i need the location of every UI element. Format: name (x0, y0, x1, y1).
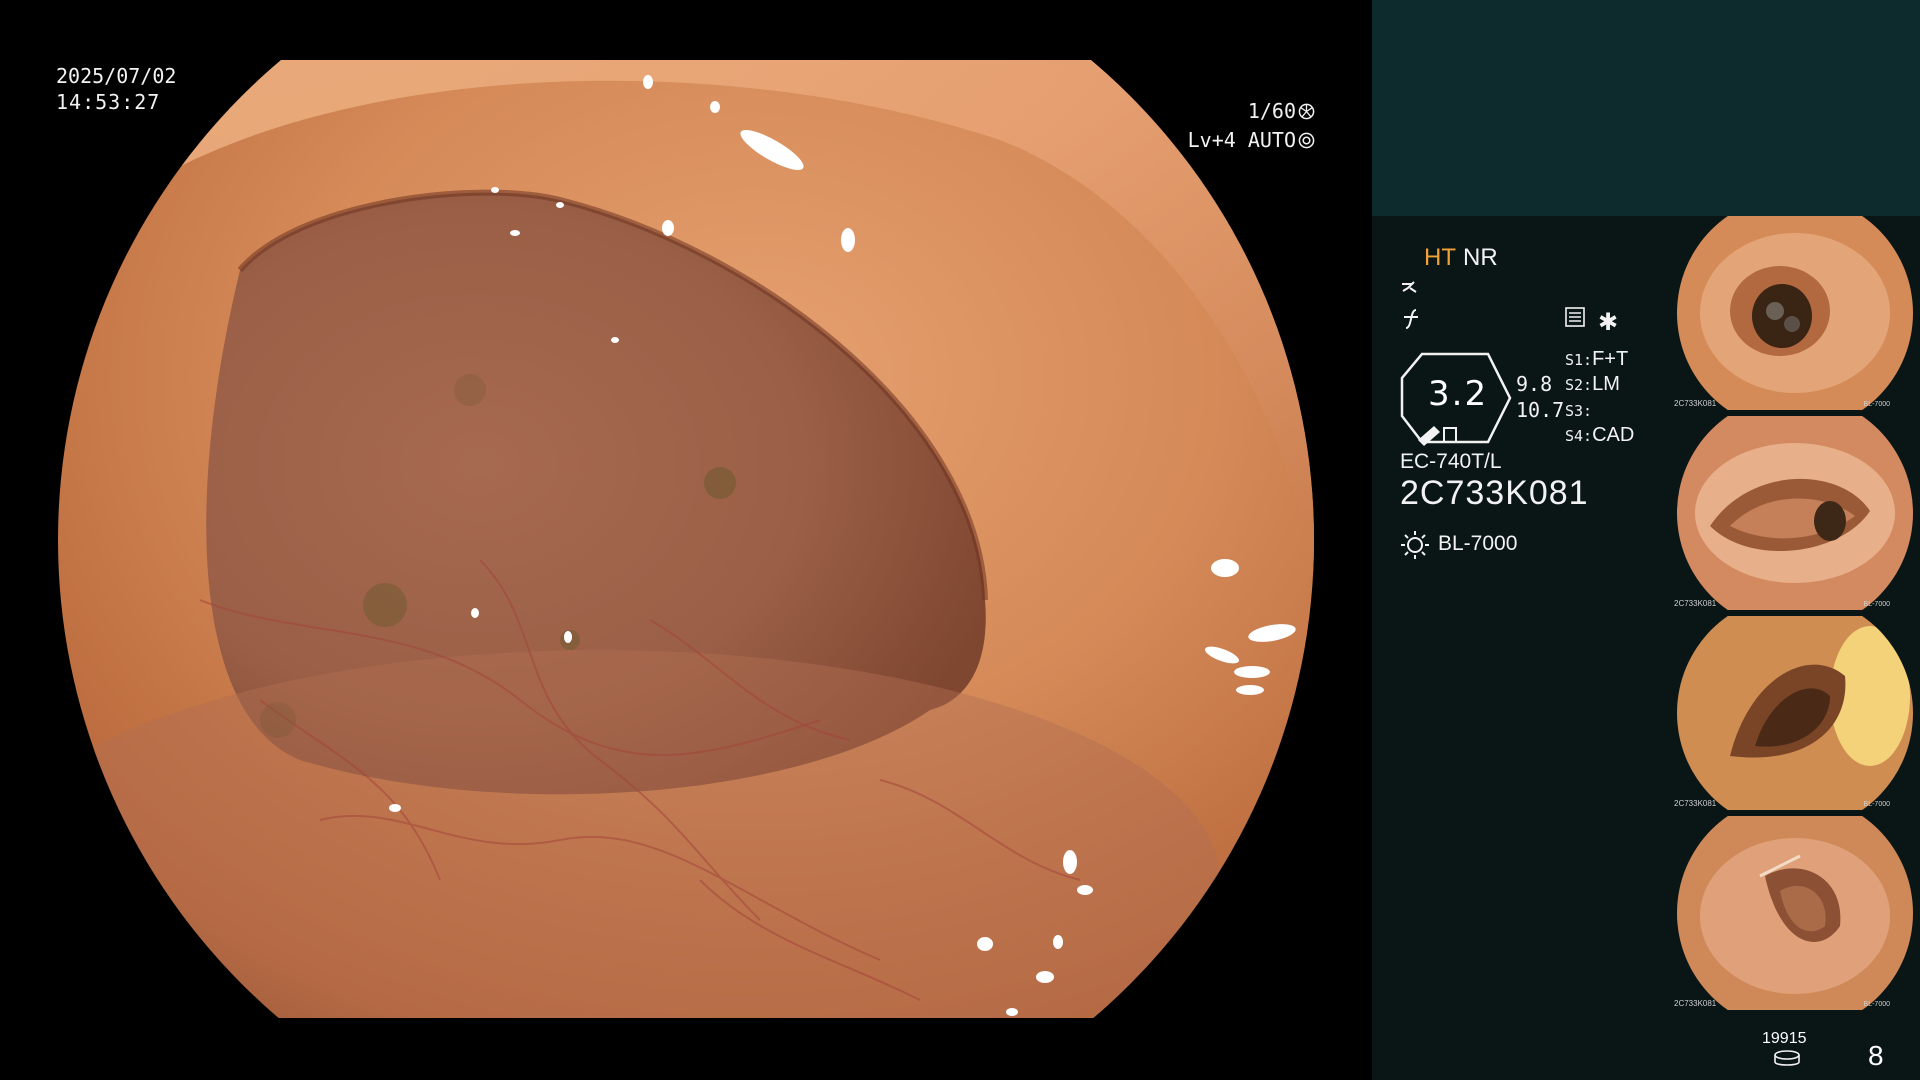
structure-icon (1565, 307, 1585, 327)
thumbnail-light-source: BL-7000 (1863, 601, 1890, 608)
shutter-speed: 1/60 (1248, 97, 1315, 125)
panel-header (1372, 0, 1920, 216)
thumbnail-2[interactable]: 2C733K081 BL-7000 (1670, 416, 1920, 610)
zoom-value: 3.2 (1428, 374, 1489, 414)
thumbnail-scope-id: 2C733K081 (1674, 999, 1717, 1008)
capture-date: 2025/07/02 (56, 64, 177, 88)
shutter-icon (1298, 103, 1315, 120)
brightness-level: Lv+4 AUTO (1188, 126, 1315, 154)
scope-model: EC-740T/L (1400, 450, 1502, 473)
switch-s3: S3: (1565, 402, 1593, 420)
scope-serial: 2C733K081 (1400, 474, 1589, 512)
settings-area: HT NR ✱ 3.2 9.8 10.7 S1:F+T S2:LM S3: S4… (1372, 216, 1670, 1080)
thumbnail-3[interactable]: 2C733K081 BL-7000 (1670, 616, 1920, 810)
iris-icon (1298, 132, 1315, 149)
thumbnail-light-source: BL-7000 (1863, 801, 1890, 808)
enhance-icon (1404, 309, 1418, 329)
thumbnail-scope-id: 2C733K081 (1674, 599, 1717, 608)
thumbnail-light-source: BL-7000 (1863, 1001, 1890, 1008)
thumbnail-4[interactable]: 2C733K081 BL-7000 (1670, 816, 1920, 1010)
freeze-icon (1402, 281, 1417, 293)
thumbnail-image (1677, 816, 1913, 1010)
capture-time: 14:53:27 (56, 90, 161, 114)
shutter-value: 1/60 (1247, 99, 1296, 123)
thumbnail-light-source: BL-7000 (1863, 401, 1890, 408)
switch-s4: S4:CAD (1565, 424, 1635, 446)
thumbnail-image (1677, 216, 1913, 410)
nr-indicator: NR (1463, 244, 1498, 271)
switch-s1: S1:F+T (1565, 348, 1629, 370)
thumbnail-scope-id: 2C733K081 (1674, 399, 1717, 408)
storage-count: 19915 (1762, 1030, 1807, 1047)
thumbnail-1[interactable]: 2C733K081 BL-7000 (1670, 216, 1920, 410)
ht-indicator: HT (1424, 244, 1456, 271)
endoscopic-image (58, 60, 1314, 1018)
status-panel: HT NR ✱ 3.2 9.8 10.7 S1:F+T S2:LM S3: S4… (1372, 0, 1920, 1080)
asterisk-icon: ✱ (1598, 308, 1619, 336)
light-source-icon (1401, 531, 1429, 559)
thumbnail-image (1677, 416, 1913, 610)
thumbnail-image (1677, 616, 1913, 810)
storage-icon (1774, 1050, 1800, 1066)
endoscope-view: 2025/07/02 14:53:27 1/60 Lv+4 AUTO (0, 0, 1372, 1080)
switch-s2: S2:LM (1565, 373, 1620, 395)
aperture-value-1: 9.8 (1516, 372, 1553, 396)
level-value: Lv+4 AUTO (1187, 128, 1296, 152)
aperture-value-2: 10.7 (1516, 398, 1565, 422)
image-count: 8 (1868, 1040, 1884, 1071)
thumbnail-scope-id: 2C733K081 (1674, 799, 1717, 808)
light-source-model: BL-7000 (1438, 532, 1518, 555)
